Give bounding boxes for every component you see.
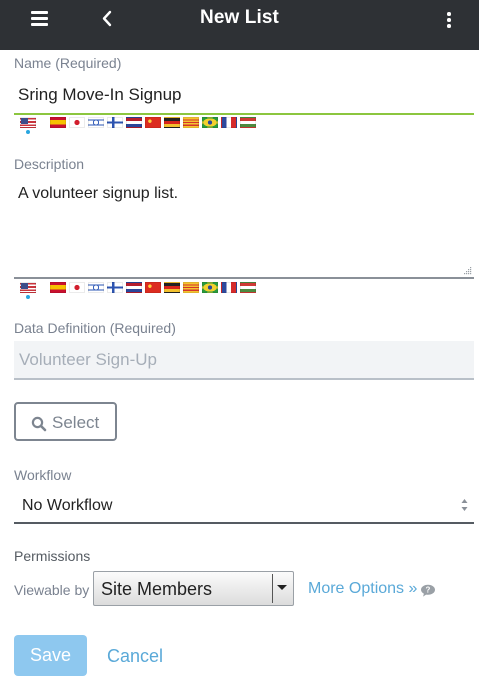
data-definition-label: Data Definition (Required): [14, 320, 176, 336]
chevron-down-icon: [277, 585, 287, 590]
flag-zh-cn-icon[interactable]: [145, 117, 161, 128]
chevron-left-icon: [102, 10, 112, 27]
data-definition-placeholder: Volunteer Sign-Up: [19, 350, 157, 369]
vertical-ellipsis-icon: [447, 12, 451, 16]
workflow-label: Workflow: [14, 467, 72, 483]
search-icon: [31, 416, 47, 432]
flag-en-us-icon[interactable]: [20, 117, 36, 128]
name-input-underline: [14, 113, 474, 115]
flag-fr-fr-icon[interactable]: [221, 282, 237, 293]
viewable-by-select[interactable]: Site Members: [93, 571, 294, 606]
flag-fr-fr-icon[interactable]: [221, 117, 237, 128]
flag-iw-il-icon[interactable]: [88, 117, 104, 128]
description-label: Description: [14, 156, 85, 172]
flag-zh-cn-icon[interactable]: [145, 282, 161, 293]
viewable-by-selected-value: Site Members: [101, 579, 213, 599]
vertical-ellipsis-icon: [447, 18, 451, 22]
more-options-menu-button[interactable]: [444, 8, 454, 30]
name-label: Name (Required): [14, 55, 122, 71]
flag-nl-nl-icon[interactable]: [126, 282, 142, 293]
flag-es-es-icon[interactable]: [50, 117, 66, 128]
active-locale-indicator: [26, 130, 30, 134]
select-data-definition-button[interactable]: Select: [14, 402, 117, 441]
flag-de-de-icon[interactable]: [164, 282, 180, 293]
vertical-ellipsis-icon: [447, 24, 451, 28]
select-divider: [272, 574, 273, 603]
description-textarea-underline: [14, 277, 474, 279]
back-button[interactable]: [98, 8, 118, 30]
flag-fi-fi-icon[interactable]: [107, 117, 123, 128]
save-button[interactable]: Save: [14, 635, 87, 676]
flag-iw-il-icon[interactable]: [88, 282, 104, 293]
flag-ca-es-icon[interactable]: [183, 282, 199, 293]
flag-hu-hu-icon[interactable]: [240, 117, 256, 128]
flag-nl-nl-icon[interactable]: [126, 117, 142, 128]
name-input[interactable]: Sring Move-In Signup: [18, 85, 181, 105]
resize-handle-icon[interactable]: [463, 266, 472, 275]
workflow-select[interactable]: No Workflow: [14, 488, 474, 524]
top-app-bar: New List: [0, 0, 479, 50]
select-arrows-icon: [461, 499, 468, 511]
description-textarea[interactable]: A volunteer signup list.: [18, 185, 178, 203]
flag-en-us-icon[interactable]: [20, 282, 36, 293]
select-button-label: Select: [52, 413, 100, 432]
active-locale-indicator: [26, 295, 30, 299]
flag-pt-br-icon[interactable]: [202, 117, 218, 128]
flag-pt-br-icon[interactable]: [202, 282, 218, 293]
flag-de-de-icon[interactable]: [164, 117, 180, 128]
question-bubble-icon[interactable]: ?: [420, 584, 436, 597]
menu-bar-line: [31, 17, 48, 20]
data-definition-input[interactable]: Volunteer Sign-Up: [14, 341, 474, 380]
flag-ja-jp-icon[interactable]: [69, 117, 85, 128]
svg-text:?: ?: [426, 586, 431, 595]
flag-ja-jp-icon[interactable]: [69, 282, 85, 293]
menu-bar-line: [31, 23, 48, 26]
name-locale-selector: [20, 117, 256, 128]
description-locale-selector: [20, 282, 256, 293]
viewable-by-label: Viewable by: [14, 582, 90, 598]
flag-hu-hu-icon[interactable]: [240, 282, 256, 293]
flag-es-es-icon[interactable]: [50, 282, 66, 293]
page-title: New List: [200, 7, 279, 28]
permissions-label: Permissions: [14, 548, 91, 564]
hamburger-menu-button[interactable]: [28, 8, 54, 30]
flag-ca-es-icon[interactable]: [183, 117, 199, 128]
menu-bar-line: [31, 11, 48, 14]
workflow-selected-value: No Workflow: [22, 497, 113, 514]
more-options-link[interactable]: More Options »: [308, 580, 417, 598]
cancel-button[interactable]: Cancel: [107, 646, 163, 667]
flag-fi-fi-icon[interactable]: [107, 282, 123, 293]
